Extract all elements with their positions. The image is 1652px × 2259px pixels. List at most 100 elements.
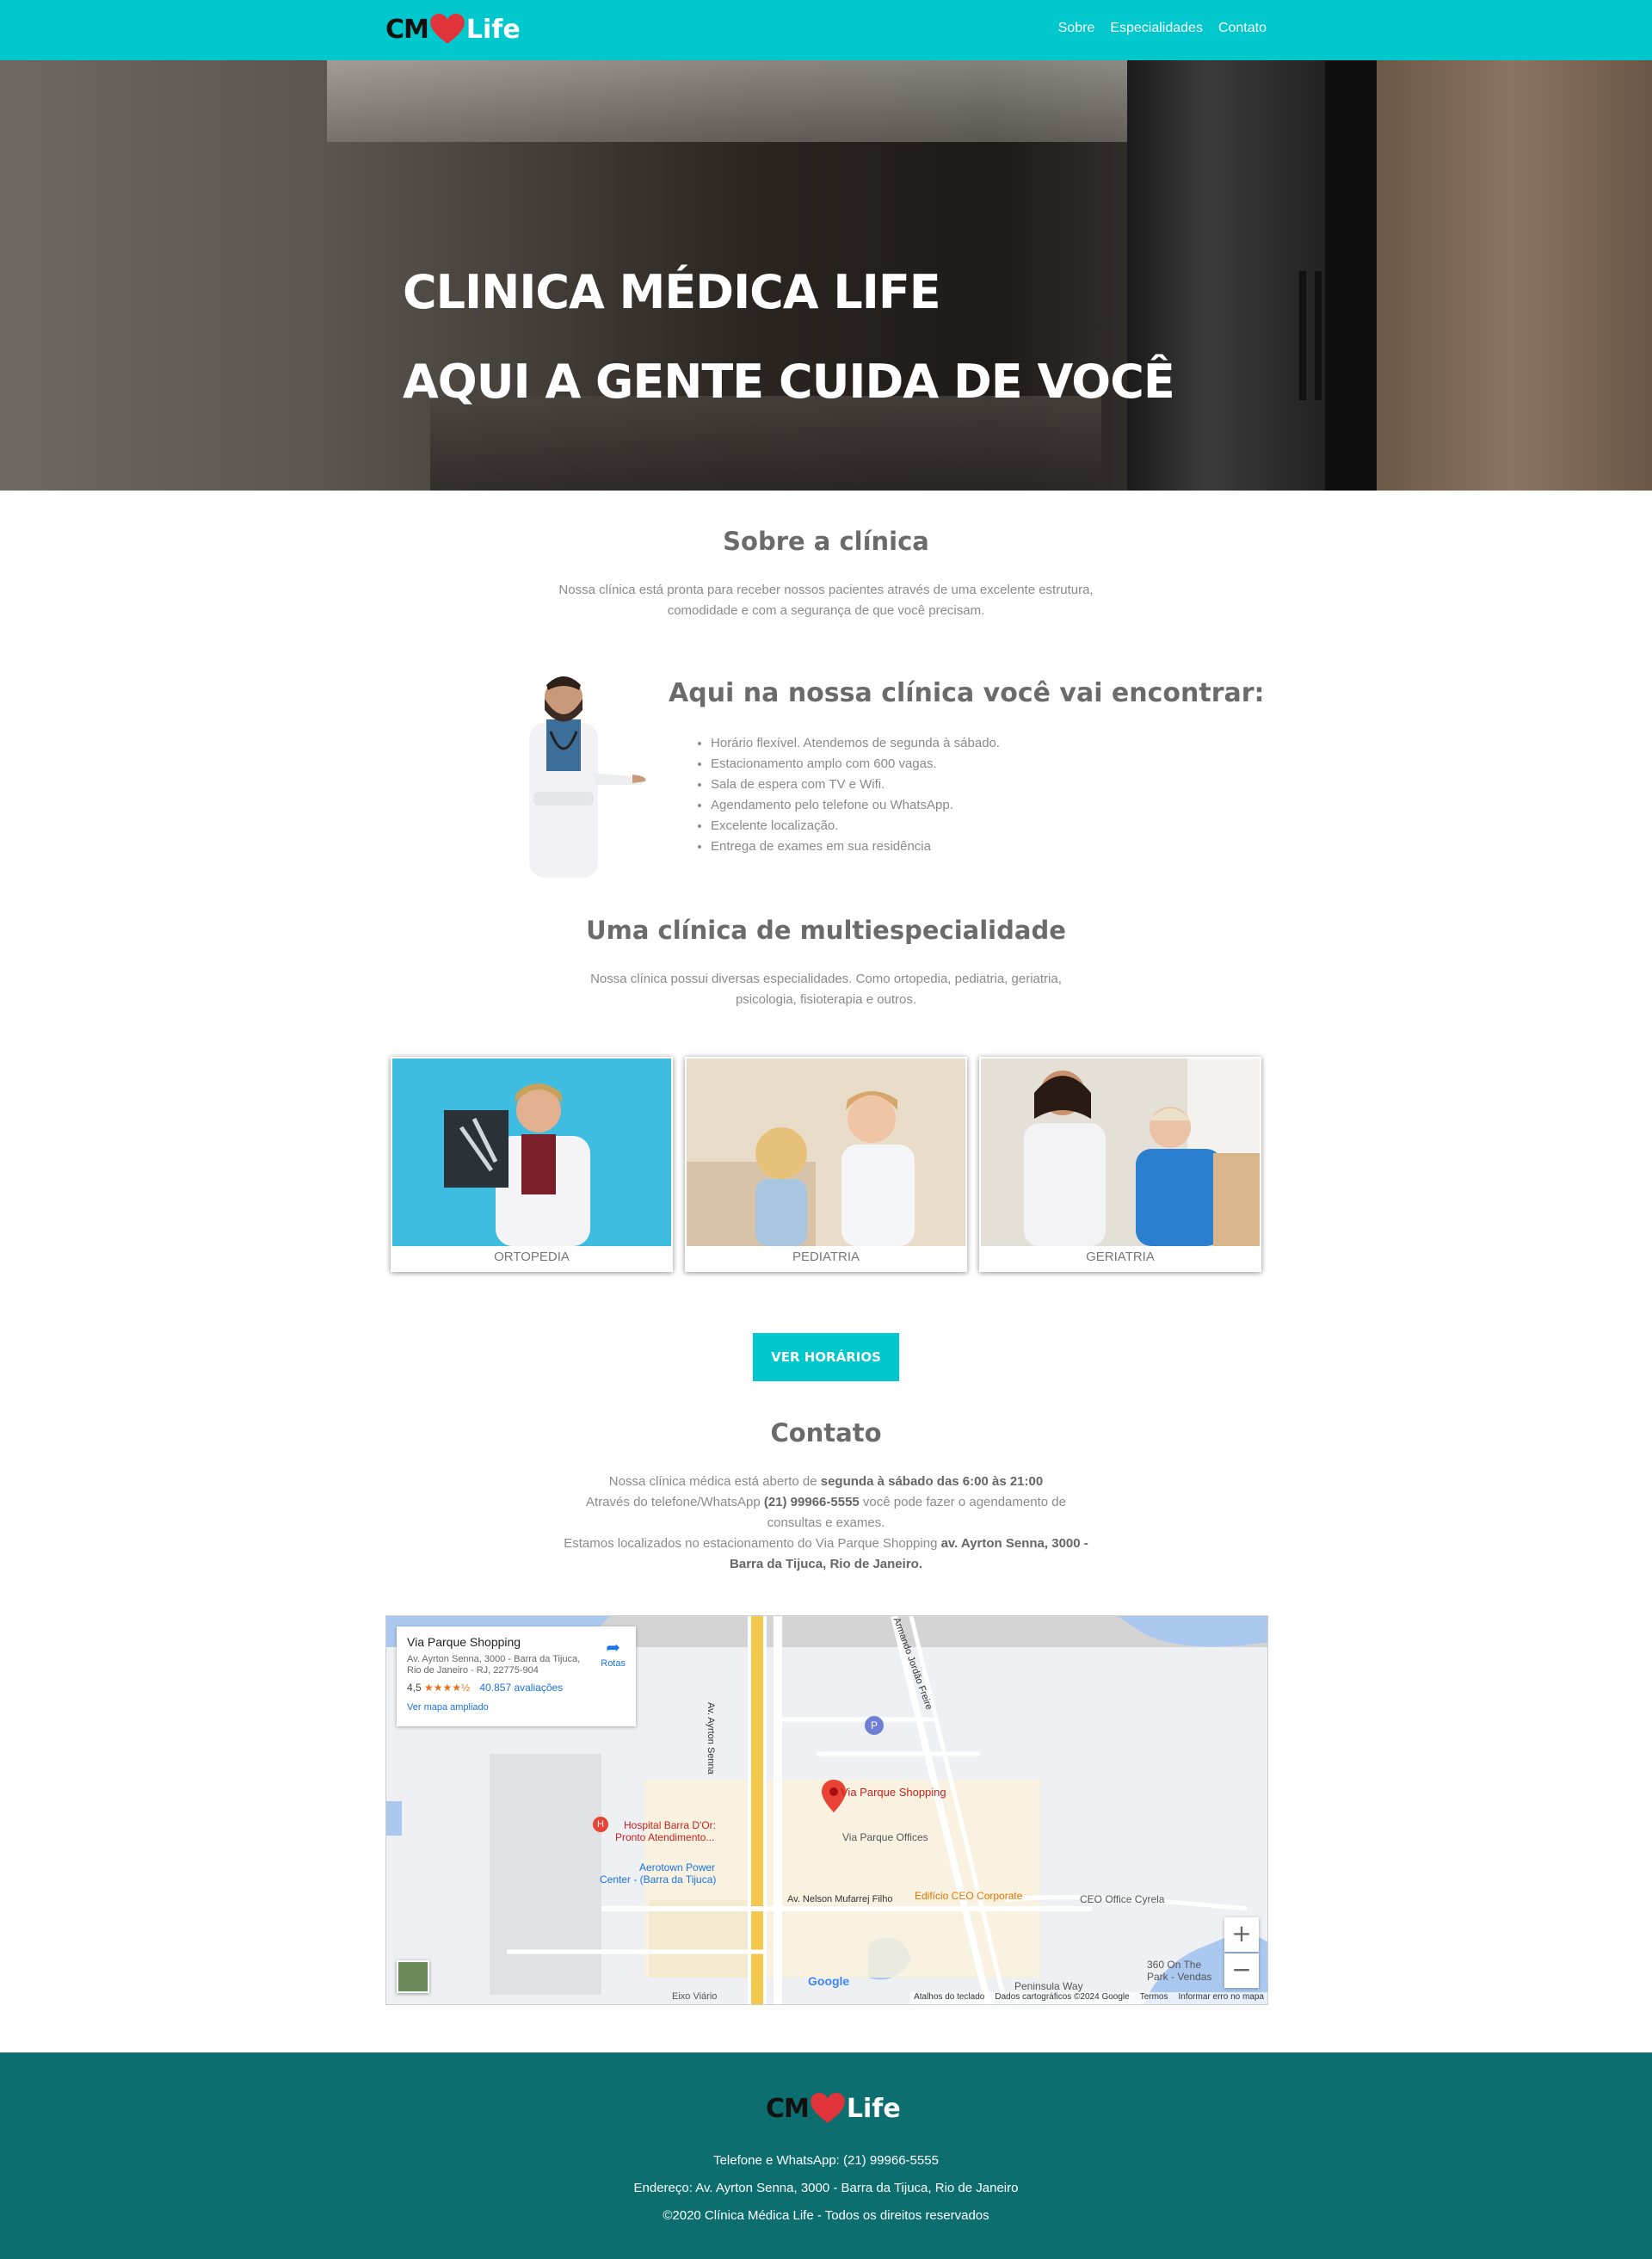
feature-item: Estacionamento amplo com 600 vagas. — [711, 754, 1000, 775]
about-text-line1: Nossa clínica está pronta para receber n… — [558, 583, 1094, 597]
features-title: Aqui na nossa clínica você vai encontrar… — [669, 678, 1265, 708]
map-label-park: 360 On The — [1147, 1959, 1202, 1971]
map-label-offices: Via Parque Offices — [842, 1831, 928, 1843]
footer-logo: CM Life — [766, 2091, 901, 2126]
map-pin-label: Via Parque Shopping — [841, 1786, 946, 1799]
star-rating-icon: ★★★★½ — [424, 1682, 471, 1694]
specialty-card-geriatria[interactable]: GERIATRIA — [979, 1057, 1261, 1272]
map-label-eixo: Eixo Viário — [672, 1991, 718, 2002]
hero-ceiling — [327, 60, 1256, 142]
hero-title: CLINICA MÉDICA LIFE — [403, 265, 941, 319]
map-attribution: Atalhos do teclado Dados cartográficos ©… — [910, 1992, 1267, 2004]
specialty-card-ortopedia[interactable]: ORTOPEDIA — [391, 1057, 673, 1272]
specialties-title: Uma clínica de multiespecialidade — [586, 916, 1066, 945]
footer: CM Life Telefone e WhatsApp: (21) 99966-… — [0, 2052, 1652, 2259]
ortopedia-image — [392, 1059, 671, 1246]
contact-hours-text: Nossa clínica médica está aberto de — [608, 1474, 821, 1489]
logo[interactable]: CM Life — [385, 12, 521, 46]
pediatria-image — [687, 1059, 965, 1246]
contact-hours: Nossa clínica médica está aberto de segu… — [0, 1472, 1652, 1492]
footer-copyright: ©2020 Clínica Médica Life - Todos os dir… — [663, 2208, 989, 2223]
heart-icon — [430, 14, 465, 44]
hero-door-handle — [1315, 271, 1322, 400]
feature-item: Entrega de exames em sua residência — [711, 836, 1000, 857]
map-rating-value: 4,5 — [407, 1682, 422, 1694]
ver-mapa-ampliado-link[interactable]: Ver mapa ampliado — [407, 1702, 626, 1713]
map-place-address: Av. Ayrton Senna, 3000 - Barra da Tijuca… — [407, 1654, 581, 1676]
nav-link-contato[interactable]: Contato — [1218, 21, 1267, 36]
map-place-name: Via Parque Shopping — [407, 1635, 521, 1649]
features-list: Horário flexível. Atendemos de segunda à… — [711, 733, 1000, 857]
contact-phone-text2: você pode fazer o agendamento de — [859, 1495, 1066, 1509]
contact-location-text: Estamos localizados no estacionamento do… — [564, 1536, 941, 1551]
map-label-ayrton: Av. Ayrton Senna — [706, 1702, 716, 1774]
map-reviews-link[interactable]: 40.857 avaliações — [479, 1682, 563, 1694]
google-logo: Google — [808, 1974, 850, 1988]
map-label-nelson: Av. Nelson Mufarrej Filho — [787, 1894, 893, 1904]
logo-text-cm: CM — [385, 14, 429, 45]
about-text-line2: comodidade e com a segurança de que você… — [667, 603, 985, 618]
map-terms-link[interactable]: Termos — [1140, 1992, 1168, 2004]
geriatria-image — [981, 1059, 1260, 1246]
contact-location-line2: Barra da Tijuca, Rio de Janeiro. — [0, 1554, 1652, 1575]
map-shortcuts-link[interactable]: Atalhos do teclado — [914, 1992, 984, 2004]
card-label: GERIATRIA — [1086, 1250, 1155, 1264]
map-rating: 4,5 ★★★★½ 40.857 avaliações — [407, 1682, 626, 1694]
about-title: Sobre a clínica — [723, 527, 929, 556]
hero-wood-wall — [1377, 60, 1652, 491]
footer-phone: Telefone e WhatsApp: (21) 99966-5555 — [713, 2153, 939, 2168]
hero-banner: CLINICA MÉDICA LIFE AQUI A GENTE CUIDA D… — [0, 60, 1652, 491]
logo-text-life: Life — [846, 2093, 901, 2124]
map-infobox: Via Parque Shopping Av. Ayrton Senna, 30… — [397, 1626, 636, 1726]
feature-item: Agendamento pelo telefone ou WhatsApp. — [711, 795, 1000, 816]
hospital-icon: H — [593, 1817, 608, 1832]
contact-location-city: Barra da Tijuca, Rio de Janeiro. — [730, 1557, 922, 1571]
map-label-peninsula: Peninsula Way — [1014, 1980, 1083, 1992]
nav-menu: Sobre Especialidades Contato — [1043, 21, 1267, 36]
heart-icon — [811, 2093, 845, 2123]
card-label: ORTOPEDIA — [494, 1250, 570, 1264]
specialties-text-line2: psicologia, fisioterapia e outros. — [735, 992, 917, 1007]
contact-location: Estamos localizados no estacionamento do… — [0, 1534, 1652, 1554]
map-label-aerotown-2: Center - (Barra da Tijuca) — [600, 1873, 717, 1886]
contact-title: Contato — [770, 1418, 882, 1447]
map-label-aerotown: Aerotown Power — [639, 1861, 716, 1873]
specialties-text-line1: Nossa clínica possui diversas especialid… — [590, 972, 1062, 986]
zoom-in-button[interactable]: + — [1224, 1917, 1259, 1952]
feature-item: Sala de espera com TV e Wifi. — [711, 775, 1000, 795]
contact-phone-line2: consultas e exames. — [767, 1515, 885, 1530]
map-label-ceo: Edifício CEO Corporate — [915, 1890, 1023, 1902]
contact-phone-value: (21) 99966-5555 — [763, 1495, 860, 1509]
nav-link-sobre[interactable]: Sobre — [1058, 21, 1095, 36]
directions-icon: ➦ — [606, 1639, 620, 1657]
feature-item: Horário flexível. Atendemos de segunda à… — [711, 733, 1000, 754]
hero-door-handle — [1299, 271, 1306, 400]
hero-floor — [430, 396, 1101, 491]
specialty-card-pediatria[interactable]: PEDIATRIA — [685, 1057, 967, 1272]
card-label: PEDIATRIA — [792, 1250, 860, 1264]
logo-text-life: Life — [465, 14, 521, 45]
ver-horarios-button[interactable]: VER HORÁRIOS — [753, 1333, 899, 1381]
google-map[interactable]: Via Parque Shopping Av. Ayrton Senna, 30… — [385, 1615, 1268, 2005]
map-label-hospital-2: Pronto Atendimento... — [615, 1831, 715, 1843]
hero-subtitle: AQUI A GENTE CUIDA DE VOCÊ — [403, 355, 1175, 409]
rotas-button[interactable]: ➦ Rotas — [601, 1637, 626, 1669]
contact-location-address: av. Ayrton Senna, 3000 - — [940, 1536, 1088, 1551]
logo-text-cm: CM — [766, 2093, 810, 2124]
contact-hours-value: segunda à sábado das 6:00 às 21:00 — [820, 1474, 1044, 1489]
doctor-image — [529, 676, 646, 878]
feature-item: Excelente localização. — [711, 816, 1000, 836]
contact-phone: Através do telefone/WhatsApp (21) 99966-… — [0, 1492, 1652, 1513]
map-label-cyrela: CEO Office Cyrela — [1080, 1893, 1165, 1905]
contact-phone-text: Através do telefone/WhatsApp — [586, 1495, 764, 1509]
map-data-credit: Dados cartográficos ©2024 Google — [995, 1992, 1130, 2002]
map-label-park-2: Park - Vendas — [1147, 1971, 1212, 1983]
rotas-label: Rotas — [601, 1658, 626, 1669]
street-view-thumbnail[interactable] — [397, 1960, 429, 1993]
nav-link-especialidades[interactable]: Especialidades — [1110, 21, 1203, 36]
map-report-link[interactable]: Informar erro no mapa — [1179, 1992, 1265, 2004]
zoom-out-button[interactable]: − — [1224, 1953, 1259, 1988]
hero-glass-door — [1127, 60, 1325, 491]
hero-door-frame — [1325, 60, 1377, 491]
parking-icon: P — [865, 1716, 884, 1735]
